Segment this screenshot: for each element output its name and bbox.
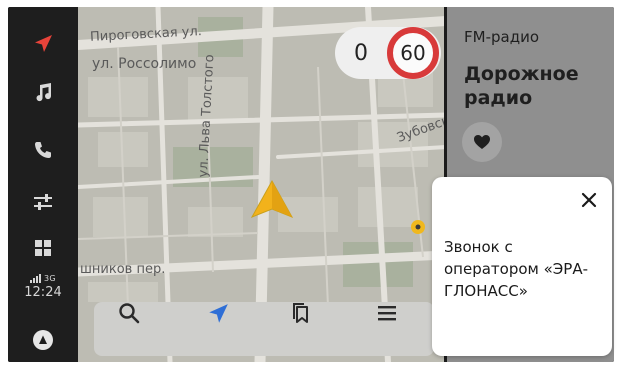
speed-limit-sign: 60 <box>387 27 439 79</box>
grid-icon <box>35 240 51 256</box>
network-type: 3G <box>44 274 56 283</box>
rail-item-apps[interactable] <box>8 225 78 271</box>
network-indicator: 3G <box>8 274 78 283</box>
phone-icon <box>35 142 51 158</box>
music-note-icon <box>36 83 52 102</box>
rail-item-settings[interactable] <box>8 179 78 225</box>
vehicle-cursor-icon <box>250 179 294 218</box>
heart-icon <box>474 135 490 149</box>
bookmarks-icon <box>293 303 308 323</box>
status-block: 3G 12:24 <box>8 274 78 314</box>
notification-text: Звонок с оператором «ЭРА-ГЛОНАСС» <box>444 238 588 300</box>
menu-button[interactable] <box>376 302 436 356</box>
map-view[interactable]: Пироговская ул. ул. Россолимо ул. Льва Т… <box>78 7 446 362</box>
rail-item-music[interactable] <box>8 69 78 115</box>
era-glonass-notification: Звонок с оператором «ЭРА-ГЛОНАСС» <box>432 177 612 356</box>
navigation-arrow-icon <box>209 304 228 323</box>
favorite-button[interactable] <box>462 122 502 162</box>
rail-item-phone[interactable] <box>8 127 78 173</box>
signal-icon <box>30 274 42 283</box>
rail-item-navigation[interactable] <box>8 21 78 67</box>
menu-icon <box>378 306 396 321</box>
sliders-icon <box>34 194 52 210</box>
speed-indicator: 0 60 <box>335 27 441 79</box>
route-button[interactable] <box>206 302 266 356</box>
side-rail: 3G 12:24 <box>8 7 78 362</box>
current-speed: 0 <box>354 40 368 66</box>
street-label: ул. Россолимо <box>92 56 197 72</box>
map-toolbar <box>94 302 434 356</box>
bookmarks-button[interactable] <box>290 302 350 356</box>
street-label: шников пер. <box>80 262 166 277</box>
assistant-button[interactable] <box>8 317 78 362</box>
alice-icon <box>33 330 53 350</box>
navigation-arrow-icon <box>35 35 52 52</box>
close-icon <box>581 192 597 208</box>
clock: 12:24 <box>24 285 62 300</box>
radio-station-name: Дорожное радио <box>464 63 579 109</box>
search-button[interactable] <box>118 302 178 356</box>
search-icon <box>119 303 140 324</box>
radio-source: FM-радио <box>464 28 539 46</box>
close-button[interactable] <box>576 187 602 213</box>
